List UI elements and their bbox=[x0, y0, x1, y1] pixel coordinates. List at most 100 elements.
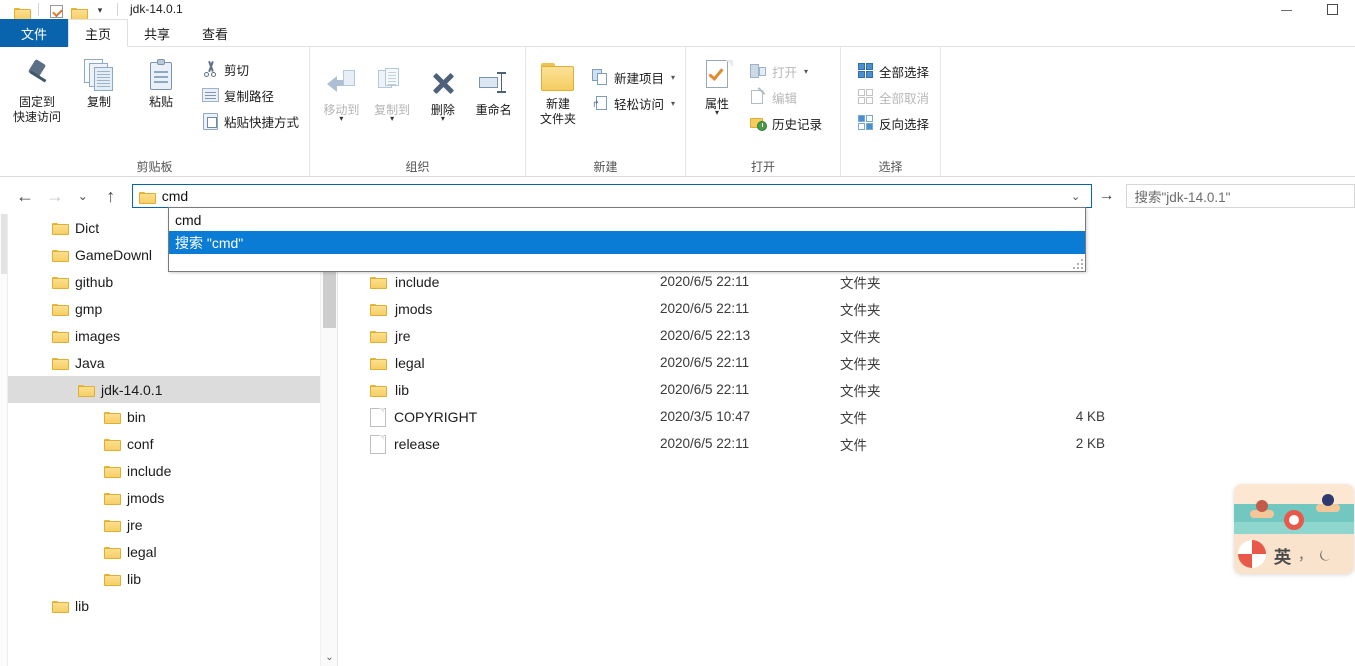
file-row[interactable]: lib 2020/6/5 22:11 文件夹 bbox=[340, 376, 1355, 403]
file-type: 文件夹 bbox=[840, 329, 881, 345]
file-row[interactable]: jmods 2020/6/5 22:11 文件夹 bbox=[340, 295, 1355, 322]
qat-new-folder-button[interactable] bbox=[67, 2, 89, 20]
scroll-down-button[interactable]: ⌄ bbox=[321, 649, 338, 666]
ime-skin-sky bbox=[1234, 484, 1354, 504]
folder-icon bbox=[104, 411, 121, 424]
folder-icon bbox=[104, 519, 121, 532]
file-row[interactable]: include 2020/6/5 22:11 文件夹 bbox=[340, 268, 1355, 295]
go-button[interactable]: → bbox=[1094, 184, 1120, 208]
easy-access-button[interactable]: ↱ 轻松访问 ▾ bbox=[588, 91, 679, 115]
tree-item-java[interactable]: Java bbox=[8, 349, 320, 376]
properties-icon bbox=[701, 59, 733, 95]
tab-share[interactable]: 共享 bbox=[128, 19, 186, 47]
file-type: 文件 bbox=[840, 437, 867, 453]
tree-item-include[interactable]: include bbox=[8, 457, 320, 484]
select-all-button[interactable]: 全部选择 bbox=[853, 59, 933, 83]
tree-item-lib[interactable]: lib bbox=[8, 565, 320, 592]
back-button[interactable]: ← bbox=[10, 181, 40, 211]
file-row[interactable]: legal 2020/6/5 22:11 文件夹 bbox=[340, 349, 1355, 376]
select-none-button[interactable]: 全部取消 bbox=[853, 85, 933, 109]
file-name-cell: legal bbox=[340, 355, 660, 371]
qat-customize-button[interactable]: ▾ bbox=[89, 2, 111, 19]
file-name-cell: jre bbox=[340, 328, 660, 344]
tab-home[interactable]: 主页 bbox=[68, 19, 129, 47]
ime-shape-toggle[interactable]: ⏾ bbox=[1319, 547, 1331, 564]
recent-locations-button[interactable]: ⌄ bbox=[70, 181, 96, 211]
tree-item-github[interactable]: github bbox=[8, 268, 320, 295]
ribbon-group-organize: 移动到 ▾ 复制到 ▾ 删除 ▾ 重命名 组织 bbox=[310, 47, 526, 176]
tree-item-lib[interactable]: lib bbox=[8, 592, 320, 619]
invert-selection-label: 反向选择 bbox=[879, 117, 930, 132]
file-type: 文件 bbox=[840, 410, 867, 426]
autocomplete-item[interactable]: cmd bbox=[169, 208, 1085, 231]
tree-item-jmods[interactable]: jmods bbox=[8, 484, 320, 511]
new-folder-button[interactable]: 新建 文件夹 bbox=[532, 55, 584, 127]
file-row[interactable]: jre 2020/6/5 22:13 文件夹 bbox=[340, 322, 1355, 349]
up-button[interactable]: ↑ bbox=[96, 181, 126, 211]
tree-item-conf[interactable]: conf bbox=[8, 430, 320, 457]
cut-button[interactable]: 剪切 bbox=[198, 57, 303, 81]
folder-icon bbox=[370, 384, 387, 397]
folder-icon bbox=[370, 330, 387, 343]
minimize-button[interactable] bbox=[1263, 0, 1309, 19]
chevron-down-icon: ▾ bbox=[670, 98, 675, 108]
ime-language-mode[interactable]: 英 bbox=[1274, 543, 1291, 568]
resize-grip-icon[interactable] bbox=[1073, 259, 1083, 269]
copy-button[interactable]: 复制 bbox=[68, 53, 130, 110]
folder-icon bbox=[104, 492, 121, 505]
copy-to-button[interactable]: 复制到 ▾ bbox=[367, 61, 418, 123]
maximize-button[interactable] bbox=[1309, 0, 1355, 19]
history-label: 历史记录 bbox=[772, 117, 823, 132]
move-to-icon bbox=[325, 65, 357, 101]
open-button[interactable]: 打开 ▾ bbox=[746, 59, 826, 83]
pin-to-quick-access-button[interactable]: 固定到 快速访问 bbox=[6, 53, 68, 125]
tree-item-label: jdk-14.0.1 bbox=[101, 381, 163, 398]
new-folder-icon bbox=[70, 7, 88, 20]
forward-button[interactable]: → bbox=[40, 181, 70, 211]
invert-selection-button[interactable]: 反向选择 bbox=[853, 111, 933, 135]
group-label-clipboard: 剪贴板 bbox=[136, 160, 173, 174]
tree-item-label: gmp bbox=[75, 300, 103, 317]
history-button[interactable]: 历史记录 bbox=[746, 111, 826, 135]
tree-item-label: Dict bbox=[75, 219, 100, 236]
search-placeholder: 搜索"jdk-14.0.1" bbox=[1134, 190, 1231, 205]
new-item-button[interactable]: 新建项目 ▾ bbox=[588, 65, 679, 89]
move-to-button[interactable]: 移动到 ▾ bbox=[316, 61, 367, 123]
navigation-scrollbar[interactable]: ⌄ bbox=[320, 214, 338, 666]
ime-punctuation-toggle[interactable]: ， bbox=[1298, 545, 1312, 565]
qat-divider bbox=[38, 3, 39, 16]
paste-button[interactable]: 粘贴 bbox=[130, 53, 192, 110]
address-bar[interactable]: ⌄ bbox=[131, 184, 1092, 208]
delete-button[interactable]: 删除 ▾ bbox=[418, 61, 469, 123]
copy-path-button[interactable]: 复制路径 bbox=[198, 83, 303, 107]
address-input[interactable] bbox=[159, 185, 1061, 207]
tree-item-legal[interactable]: legal bbox=[8, 538, 320, 565]
file-date: 2020/6/5 22:11 bbox=[660, 274, 750, 289]
qat-folder-button[interactable] bbox=[10, 2, 32, 20]
paste-shortcut-button[interactable]: 粘贴快捷方式 bbox=[198, 109, 303, 133]
ime-floating-bar[interactable]: 英 ， ⏾ bbox=[1234, 484, 1354, 574]
folder-icon bbox=[52, 276, 69, 289]
tree-item-jdk-14.0.1[interactable]: jdk-14.0.1 bbox=[8, 376, 320, 403]
tree-item-bin[interactable]: bin bbox=[8, 403, 320, 430]
file-name-cell: jmods bbox=[340, 301, 660, 317]
rename-button[interactable]: 重命名 bbox=[468, 61, 519, 118]
tab-file[interactable]: 文件 bbox=[0, 19, 68, 47]
tab-view[interactable]: 查看 bbox=[186, 19, 244, 47]
properties-button[interactable]: 属性 ▾ bbox=[692, 55, 742, 117]
tree-item-jre[interactable]: jre bbox=[8, 511, 320, 538]
file-row[interactable]: release 2020/6/5 22:11 文件 2 KB bbox=[340, 430, 1355, 457]
tree-item-images[interactable]: images bbox=[8, 322, 320, 349]
left-scroll-thumb[interactable] bbox=[1, 214, 7, 274]
tree-item-gmp[interactable]: gmp bbox=[8, 295, 320, 322]
pane-splitter[interactable] bbox=[337, 214, 338, 666]
edit-button[interactable]: 编辑 bbox=[746, 85, 826, 109]
autocomplete-item[interactable]: 搜索 "cmd" bbox=[169, 231, 1085, 254]
file-row[interactable]: COPYRIGHT 2020/3/5 10:47 文件 4 KB bbox=[340, 403, 1355, 430]
qat-properties-button[interactable] bbox=[45, 2, 67, 19]
open-icon bbox=[750, 63, 767, 80]
address-dropdown-button[interactable]: ⌄ bbox=[1061, 185, 1091, 207]
left-scroll-strip[interactable] bbox=[0, 214, 8, 666]
search-box[interactable]: 搜索"jdk-14.0.1" bbox=[1125, 184, 1355, 208]
ime-status-group: 英 ， ⏾ bbox=[1274, 542, 1350, 568]
